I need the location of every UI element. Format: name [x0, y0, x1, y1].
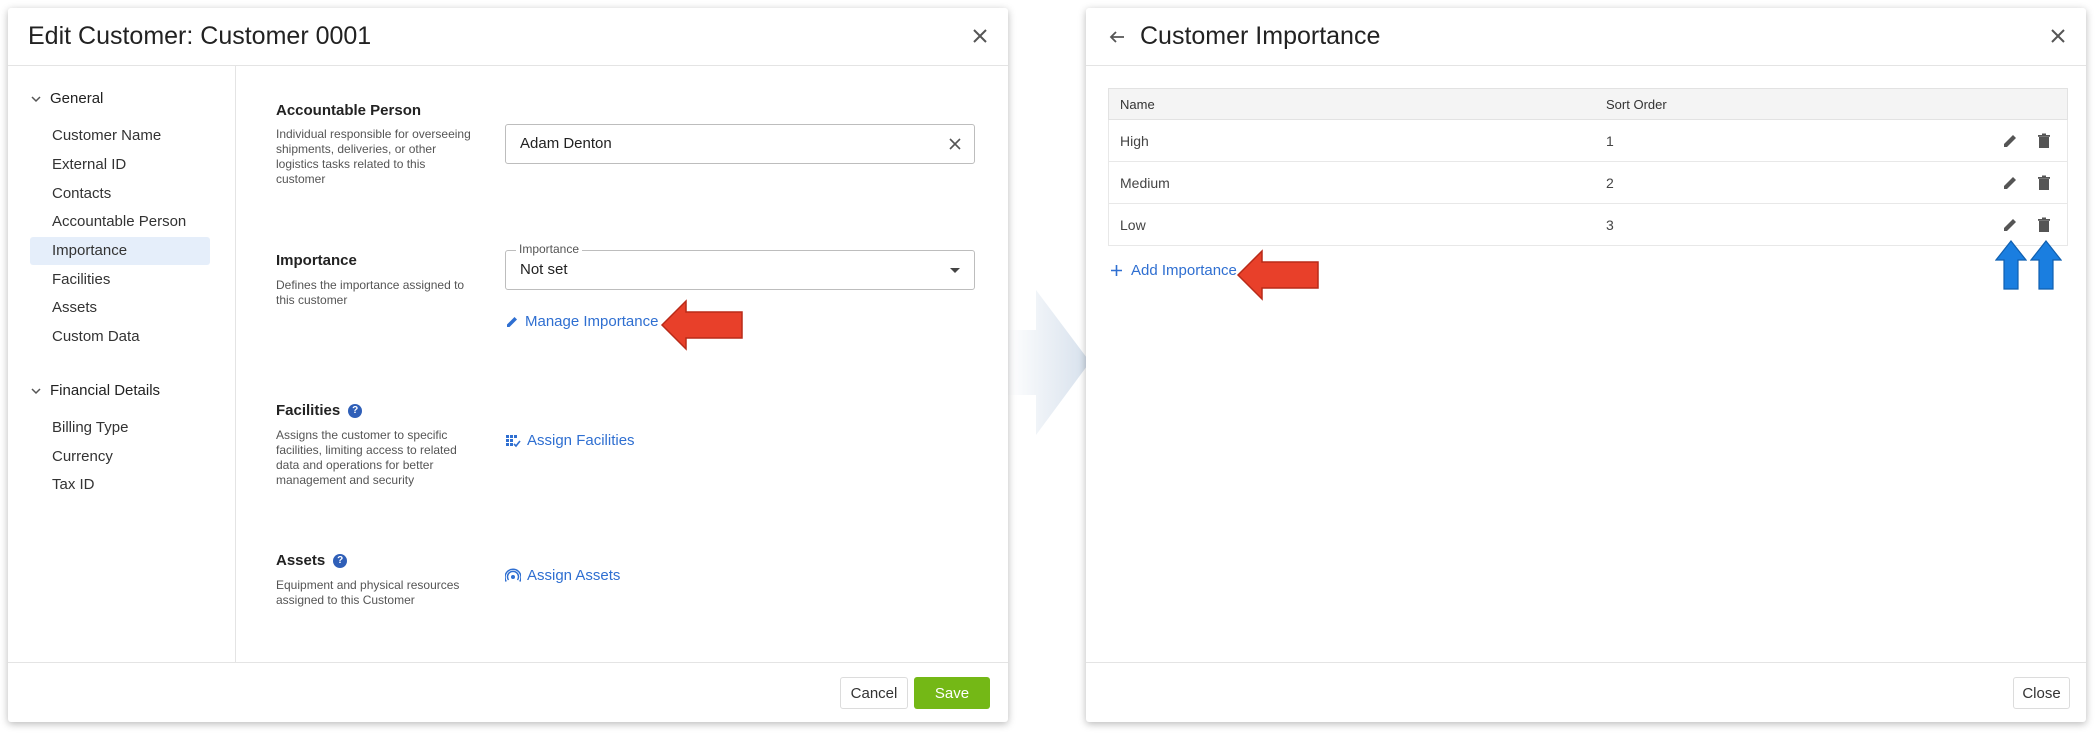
column-header-name: Name	[1120, 97, 1155, 112]
chevron-down-icon	[31, 387, 41, 394]
clear-icon[interactable]	[948, 137, 962, 151]
plus-icon	[1111, 265, 1122, 276]
sidebar-item-assets[interactable]: Assets	[30, 294, 210, 322]
close-button[interactable]: Close	[2013, 677, 2070, 709]
sidebar-item-facilities[interactable]: Facilities	[30, 266, 210, 294]
row-sort-order: 2	[1606, 175, 1614, 191]
sidebar-item-customer-name[interactable]: Customer Name	[30, 122, 210, 150]
sidebar-item-contacts[interactable]: Contacts	[30, 180, 210, 208]
section-title-importance: Importance	[276, 252, 357, 269]
delete-icon[interactable]	[2035, 216, 2053, 234]
back-arrow-icon[interactable]	[1108, 28, 1126, 46]
importance-table: Name Sort Order High 1 Medium 2 Low 3	[1108, 88, 2068, 246]
importance-select[interactable]: Importance Not set	[505, 242, 975, 290]
importance-select-value: Not set	[520, 261, 568, 278]
sidebar-item-billing-type[interactable]: Billing Type	[30, 414, 210, 442]
edit-icon[interactable]	[2001, 132, 2019, 150]
help-icon[interactable]: ?	[348, 403, 363, 418]
pencil-icon	[507, 316, 517, 327]
cancel-button[interactable]: Cancel	[840, 677, 908, 709]
chevron-down-icon	[31, 95, 41, 102]
dialog-header: Edit Customer: Customer 0001	[8, 8, 1008, 66]
table-header: Name Sort Order	[1108, 88, 2068, 120]
row-actions	[2001, 216, 2053, 234]
table-row: Low 3	[1108, 204, 2068, 246]
delete-icon[interactable]	[2035, 132, 2053, 150]
assets-icon	[505, 568, 521, 582]
dialog-title: Customer Importance	[1140, 22, 1381, 50]
nav-group-general[interactable]: General	[30, 90, 103, 107]
accountable-person-field[interactable]: Adam Denton	[505, 124, 975, 164]
help-icon[interactable]: ?	[333, 553, 348, 568]
accountable-person-value: Adam Denton	[520, 135, 612, 152]
nav-group-label: General	[50, 90, 104, 107]
section-desc-facilities: Assigns the customer to specific facilit…	[276, 428, 457, 487]
dialog-footer: Cancel Save	[8, 662, 1008, 722]
table-row: Medium 2	[1108, 162, 2068, 204]
table-row: High 1	[1108, 120, 2068, 162]
annotation-arrow-up-delete	[2030, 240, 2062, 290]
facilities-icon	[506, 434, 521, 447]
dialog-header: Customer Importance	[1086, 8, 2086, 66]
customer-importance-dialog: Customer Importance Name Sort Order High…	[1086, 8, 2086, 722]
row-actions	[2001, 132, 2053, 150]
dropdown-caret-icon	[950, 268, 960, 273]
add-importance-label: Add Importance	[1131, 262, 1237, 279]
facilities-title-text: Facilities	[276, 402, 341, 419]
sidebar-item-tax-id[interactable]: Tax ID	[30, 471, 210, 499]
section-desc-assets: Equipment and physical resources assigne…	[276, 578, 460, 607]
manage-importance-link[interactable]: Manage Importance	[505, 313, 658, 330]
sidebar-item-currency[interactable]: Currency	[30, 443, 210, 471]
nav-group-financial[interactable]: Financial Details	[30, 382, 160, 399]
delete-icon[interactable]	[2035, 174, 2053, 192]
annotation-arrow-up-edit	[1995, 240, 2027, 290]
row-name: Medium	[1120, 175, 1170, 191]
annotation-arrow-left	[660, 299, 743, 351]
dialog-footer: Close	[1086, 662, 2086, 722]
section-title-assets: Assets ?	[276, 552, 348, 569]
section-title-facilities: Facilities ?	[276, 402, 363, 419]
annotation-arrow-right	[1236, 249, 1319, 301]
edit-customer-dialog: Edit Customer: Customer 0001 General Cus…	[8, 8, 1008, 722]
close-icon[interactable]	[2046, 24, 2070, 48]
section-desc-importance: Defines the importance assigned to this …	[276, 278, 465, 307]
importance-field-label: Importance	[516, 242, 583, 256]
dialog-title: Edit Customer: Customer 0001	[28, 22, 372, 50]
section-title-accountable: Accountable Person	[276, 102, 422, 119]
transition-arrow	[1006, 290, 1090, 435]
row-sort-order: 1	[1606, 133, 1614, 149]
section-desc-accountable: Individual responsible for overseeing sh…	[276, 127, 471, 186]
assign-assets-label: Assign Assets	[527, 567, 621, 584]
sidebar-item-external-id[interactable]: External ID	[30, 151, 210, 179]
save-button[interactable]: Save	[914, 677, 990, 709]
close-icon[interactable]	[968, 24, 992, 48]
assign-assets-link[interactable]: Assign Assets	[505, 567, 620, 584]
edit-icon[interactable]	[2001, 216, 2019, 234]
sidebar-nav: General Customer Name External ID Contac…	[8, 66, 236, 662]
assign-facilities-label: Assign Facilities	[527, 432, 635, 449]
row-actions	[2001, 174, 2053, 192]
sidebar-item-accountable-person[interactable]: Accountable Person	[30, 208, 210, 236]
sidebar-item-importance[interactable]: Importance	[30, 237, 210, 265]
column-header-sort-order: Sort Order	[1606, 97, 1667, 112]
sidebar-item-custom-data[interactable]: Custom Data	[30, 323, 210, 351]
row-name: Low	[1120, 217, 1146, 233]
manage-importance-label: Manage Importance	[525, 313, 659, 330]
add-importance-link[interactable]: Add Importance	[1110, 262, 1237, 279]
nav-group-label: Financial Details	[50, 382, 161, 399]
assets-title-text: Assets	[276, 552, 326, 569]
assign-facilities-link[interactable]: Assign Facilities	[505, 432, 635, 449]
row-sort-order: 3	[1606, 217, 1614, 233]
row-name: High	[1120, 133, 1149, 149]
edit-icon[interactable]	[2001, 174, 2019, 192]
